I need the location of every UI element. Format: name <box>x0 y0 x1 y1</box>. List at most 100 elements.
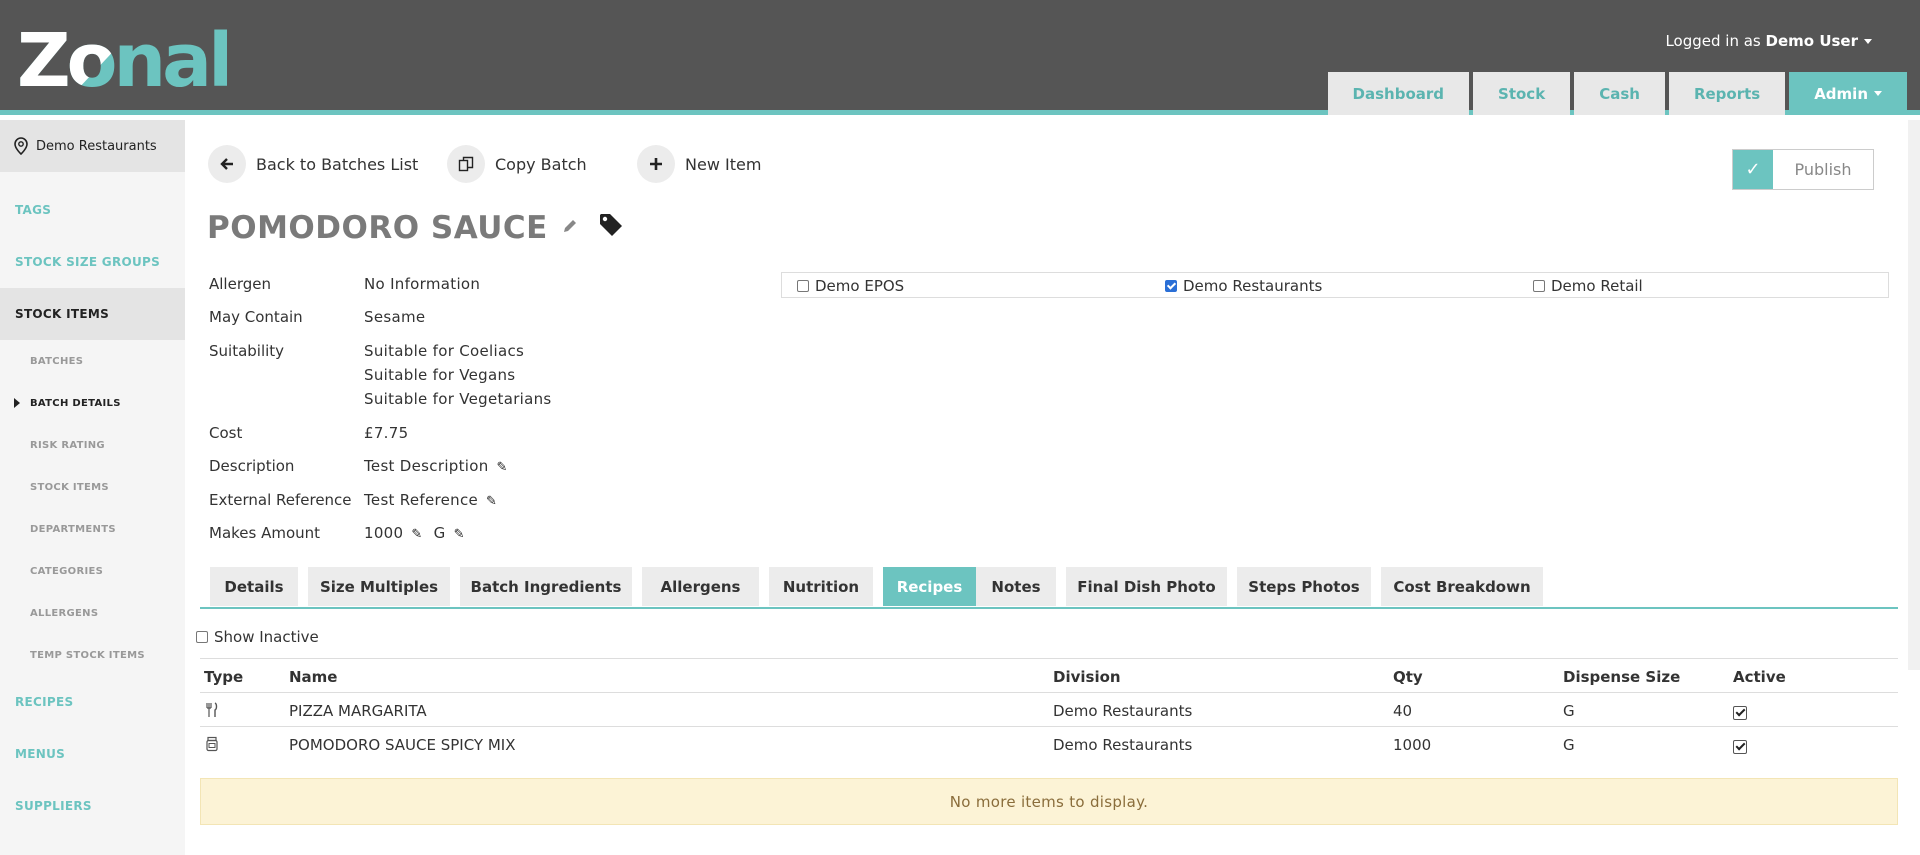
zonal-logo[interactable]: Zonal Zonal <box>17 26 227 90</box>
sidebar-sub-risk-rating[interactable]: RISK RATING <box>0 424 185 466</box>
active-checkbox[interactable] <box>1733 702 1747 720</box>
cutlery-icon <box>204 702 220 722</box>
nav-cash[interactable]: Cash <box>1574 72 1665 115</box>
sidebar-sub-categories[interactable]: CATEGORIES <box>0 550 185 592</box>
recipe-name[interactable]: PIZZA MARGARITA <box>289 702 427 720</box>
tab-batch-ingredients[interactable]: Batch Ingredients <box>460 567 632 606</box>
cost-value: £7.75 <box>364 424 409 442</box>
col-qty[interactable]: Qty <box>1393 668 1423 686</box>
back-to-batches-button[interactable]: Back to Batches List <box>208 145 418 183</box>
new-item-label: New Item <box>685 154 762 174</box>
top-header: Zonal Zonal Logged in as Demo User Dashb… <box>0 0 1920 115</box>
recipe-name[interactable]: POMODORO SAUCE SPICY MIX <box>289 736 516 754</box>
nav-stock[interactable]: Stock <box>1473 72 1571 115</box>
checkbox[interactable] <box>797 280 809 292</box>
sidebar-sub-stock-items[interactable]: STOCK ITEMS <box>0 466 185 508</box>
sidebar-item-recipes[interactable]: RECIPES <box>0 676 185 728</box>
table-row[interactable]: PIZZA MARGARITA Demo Restaurants 40 G <box>200 692 1898 726</box>
col-active[interactable]: Active <box>1733 668 1786 686</box>
col-division[interactable]: Division <box>1053 668 1121 686</box>
tab-cost-breakdown[interactable]: Cost Breakdown <box>1381 567 1543 606</box>
copy-batch-button[interactable]: Copy Batch <box>447 145 587 183</box>
site-selector[interactable]: Demo Restaurants <box>0 120 185 172</box>
back-label: Back to Batches List <box>256 154 419 174</box>
table-row[interactable]: POMODORO SAUCE SPICY MIX Demo Restaurant… <box>200 726 1898 760</box>
detail-tabs: Details Size Multiples Batch Ingredients… <box>200 567 1898 609</box>
external-reference-row: Test Reference ✎ <box>364 491 497 509</box>
pencil-icon[interactable]: ✎ <box>411 527 422 542</box>
tab-final-dish-photo[interactable]: Final Dish Photo <box>1066 567 1227 606</box>
tab-steps-photos[interactable]: Steps Photos <box>1237 567 1371 606</box>
suitability-label: Suitability <box>209 342 285 360</box>
show-inactive-toggle[interactable]: Show Inactive <box>196 628 319 646</box>
col-dispense-size[interactable]: Dispense Size <box>1563 668 1680 686</box>
col-name[interactable]: Name <box>289 668 337 686</box>
page-scrollbar[interactable] <box>1908 120 1920 670</box>
may-contain-label: May Contain <box>209 308 303 326</box>
cost-label: Cost <box>209 424 243 442</box>
checkmark-icon <box>1733 739 1747 754</box>
sidebar-sub-allergens[interactable]: ALLERGENS <box>0 592 185 634</box>
show-inactive-label: Show Inactive <box>214 628 319 646</box>
chevron-down-icon <box>1874 91 1882 96</box>
sidebar-sub-label: BATCH DETAILS <box>30 397 121 409</box>
copy-label: Copy Batch <box>495 154 587 174</box>
recipes-table: Type Name Division Qty Dispense Size Act… <box>200 658 1898 760</box>
publish-button[interactable]: ✓ Publish <box>1732 149 1874 190</box>
user-menu[interactable]: Logged in as Demo User <box>1665 32 1872 50</box>
recipe-division: Demo Restaurants <box>1053 702 1193 720</box>
pencil-icon[interactable]: ✎ <box>497 460 508 475</box>
recipe-qty: 1000 <box>1393 736 1432 754</box>
recipe-qty: 40 <box>1393 702 1413 720</box>
tab-nutrition[interactable]: Nutrition <box>769 567 873 606</box>
sidebar-item-stock-items[interactable]: STOCK ITEMS <box>0 288 185 340</box>
chevron-down-icon <box>1864 39 1872 44</box>
sidebar-sub-batch-details[interactable]: BATCH DETAILS <box>0 382 185 424</box>
tag-icon[interactable] <box>598 210 624 246</box>
plus-icon <box>637 145 675 183</box>
pencil-icon[interactable]: ✎ <box>454 527 465 542</box>
checkbox-checked[interactable] <box>1165 280 1177 292</box>
sidebar-sub-departments[interactable]: DEPARTMENTS <box>0 508 185 550</box>
tab-notes[interactable]: Notes <box>976 567 1056 606</box>
sidebar-item-stock-size-groups[interactable]: STOCK SIZE GROUPS <box>0 236 185 288</box>
nav-admin-label: Admin <box>1814 84 1868 103</box>
division-demo-epos[interactable]: Demo EPOS <box>797 277 904 295</box>
tab-recipes[interactable]: Recipes <box>883 567 976 606</box>
description-label: Description <box>209 457 295 475</box>
pencil-icon[interactable]: ✎ <box>486 494 497 509</box>
allergen-value: No Information <box>364 275 481 293</box>
tab-size-multiples[interactable]: Size Multiples <box>308 567 450 606</box>
copy-icon <box>447 145 485 183</box>
sidebar-item-menus[interactable]: MENUS <box>0 728 185 780</box>
table-header: Type Name Division Qty Dispense Size Act… <box>200 658 1898 692</box>
division-demo-retail[interactable]: Demo Retail <box>1533 277 1643 295</box>
suitability-value-1: Suitable for Coeliacs <box>364 342 525 360</box>
batch-jar-icon <box>204 736 220 756</box>
sidebar-sub-temp-stock-items[interactable]: TEMP STOCK ITEMS <box>0 634 185 676</box>
nav-reports[interactable]: Reports <box>1668 72 1786 115</box>
checkbox[interactable] <box>1533 280 1545 292</box>
active-checkbox[interactable] <box>1733 736 1747 754</box>
sidebar-sub-batches[interactable]: BATCHES <box>0 340 185 382</box>
division-label: Demo EPOS <box>815 277 905 295</box>
sidebar-item-tags[interactable]: TAGS <box>0 184 185 236</box>
new-item-button[interactable]: New Item <box>637 145 761 183</box>
col-type[interactable]: Type <box>204 668 243 686</box>
checkmark-icon <box>1733 705 1747 720</box>
checkbox[interactable] <box>196 631 208 643</box>
nav-admin[interactable]: Admin <box>1789 72 1907 115</box>
site-name: Demo Restaurants <box>36 138 157 154</box>
sidebar-item-suppliers[interactable]: SUPPLIERS <box>0 780 185 832</box>
nav-dashboard[interactable]: Dashboard <box>1327 72 1470 115</box>
pencil-icon[interactable] <box>562 218 578 239</box>
division-demo-restaurants[interactable]: Demo Restaurants <box>1165 277 1322 295</box>
tab-details[interactable]: Details <box>210 567 298 606</box>
tab-allergens[interactable]: Allergens <box>642 567 759 606</box>
external-reference-label: External Reference <box>209 491 352 509</box>
division-selector: Demo EPOS Demo Restaurants Demo Retail <box>781 272 1889 298</box>
location-pin-icon <box>14 137 28 155</box>
description-row: Test Description ✎ <box>364 457 508 475</box>
allergen-label: Allergen <box>209 275 271 293</box>
arrow-left-icon <box>208 145 246 183</box>
